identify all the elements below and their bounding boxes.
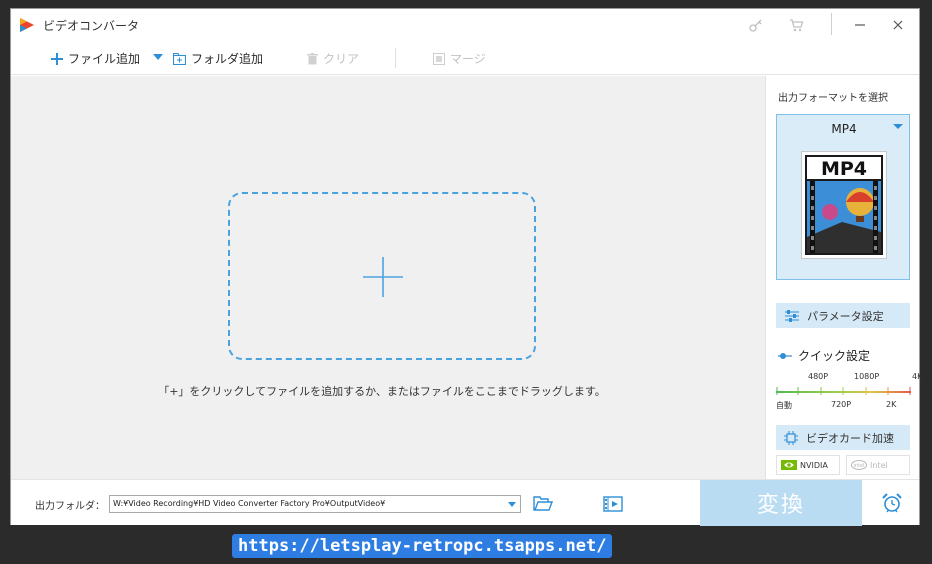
- add-files-dropzone[interactable]: [228, 192, 536, 360]
- close-icon[interactable]: [887, 15, 909, 35]
- quality-slider-ticks: [776, 387, 911, 395]
- svg-text:intel: intel: [854, 463, 865, 469]
- add-file-dropdown[interactable]: [153, 54, 163, 60]
- convert-label: 変換: [756, 493, 805, 518]
- chevron-down-icon: [893, 124, 903, 129]
- nvidia-logo-icon: [781, 460, 797, 470]
- cart-icon[interactable]: [785, 15, 807, 35]
- parameter-settings-button[interactable]: パラメータ設定: [776, 303, 910, 328]
- toolbar: ファイル追加 フォルダ追加 クリア マージ: [11, 41, 919, 75]
- add-file-label: ファイル追加: [68, 52, 141, 66]
- output-folder-label: 出力フォルダ：: [35, 501, 105, 512]
- drop-hint-text: 「+」をクリックしてファイルを追加するか、またはファイルをここまでドラッグします…: [158, 385, 606, 398]
- output-folder-path: W:¥Video Recording¥HD Video Converter Fa…: [113, 499, 386, 508]
- mp4-format-thumbnail: MP4: [801, 151, 887, 259]
- intel-logo-icon: intel: [851, 460, 867, 470]
- intel-option[interactable]: intel Intel: [846, 455, 910, 475]
- plus-icon: [51, 52, 63, 65]
- quick-settings-label: クイック設定: [798, 349, 871, 363]
- add-folder-label: フォルダ追加: [191, 52, 264, 66]
- toolbar-divider: [395, 48, 396, 68]
- clear-label: クリア: [323, 52, 360, 66]
- add-folder-button[interactable]: フォルダ追加: [173, 50, 263, 67]
- minimize-icon[interactable]: [849, 15, 871, 35]
- open-folder-icon[interactable]: [533, 495, 553, 513]
- format-name: MP4: [831, 122, 857, 136]
- parameter-settings-label: パラメータ設定: [807, 309, 884, 323]
- sliders-icon: [785, 309, 799, 322]
- app-window: ビデオコンバータ ファイル追加 フォルダ追加 クリア マージ 「+」をクリックし…: [10, 8, 923, 526]
- merge-label: マージ: [450, 52, 486, 66]
- format-badge-text: MP4: [821, 158, 867, 180]
- intel-label: Intel: [870, 460, 888, 470]
- gpu-acceleration-label: ビデオカード加速: [806, 431, 894, 445]
- title-bar: ビデオコンバータ: [11, 9, 919, 41]
- slider-icon: [778, 352, 792, 359]
- quality-label-720p: 720P: [831, 400, 852, 409]
- nvidia-label: NVIDIA: [800, 460, 828, 470]
- file-drop-area: 「+」をクリックしてファイルを追加するか、またはファイルをここまでドラッグします…: [11, 76, 765, 479]
- app-logo-icon: [20, 18, 34, 32]
- quality-label-4k: 4K: [912, 372, 923, 381]
- chevron-down-icon: [153, 54, 163, 60]
- quality-label-2k: 2K: [886, 400, 897, 409]
- merge-icon: [433, 52, 445, 65]
- quality-labels-bottom: 自動 720P 2K: [766, 400, 920, 412]
- window-title: ビデオコンバータ: [43, 19, 140, 33]
- chevron-down-icon: [508, 502, 516, 507]
- clear-button[interactable]: クリア: [307, 50, 359, 67]
- nvidia-option[interactable]: NVIDIA: [776, 455, 840, 475]
- merge-button[interactable]: マージ: [433, 50, 486, 67]
- site-watermark: https://letsplay-retropc.tsapps.net/: [232, 534, 613, 558]
- key-icon[interactable]: [745, 15, 767, 35]
- add-file-button[interactable]: ファイル追加: [51, 50, 140, 67]
- bottom-bar: 出力フォルダ： W:¥Video Recording¥HD Video Conv…: [11, 479, 919, 526]
- plus-icon: [363, 257, 403, 297]
- gpu-acceleration-button[interactable]: ビデオカード加速: [776, 425, 910, 450]
- alarm-clock-icon[interactable]: [881, 492, 903, 514]
- video-folder-icon[interactable]: [603, 495, 623, 513]
- format-panel-title: 出力フォーマットを選択: [778, 93, 888, 104]
- chip-icon: [784, 430, 798, 445]
- convert-button[interactable]: 変換: [700, 480, 862, 526]
- trash-icon: [307, 52, 318, 64]
- quick-settings-header: クイック設定: [778, 347, 870, 364]
- output-format-selector[interactable]: MP4 MP4: [776, 114, 910, 280]
- output-folder-select[interactable]: W:¥Video Recording¥HD Video Converter Fa…: [109, 495, 521, 513]
- output-settings-panel: 出力フォーマットを選択 MP4 MP4 パラメータ設定 クイック設定 480P …: [765, 76, 923, 479]
- quality-label-1080p: 1080P: [854, 372, 880, 381]
- quality-label-480p: 480P: [808, 372, 829, 381]
- quality-labels-top: 480P 1080P 4K: [766, 372, 923, 384]
- quality-label-auto: 自動: [776, 401, 792, 410]
- folder-add-icon: [173, 52, 186, 65]
- titlebar-divider: [831, 13, 832, 35]
